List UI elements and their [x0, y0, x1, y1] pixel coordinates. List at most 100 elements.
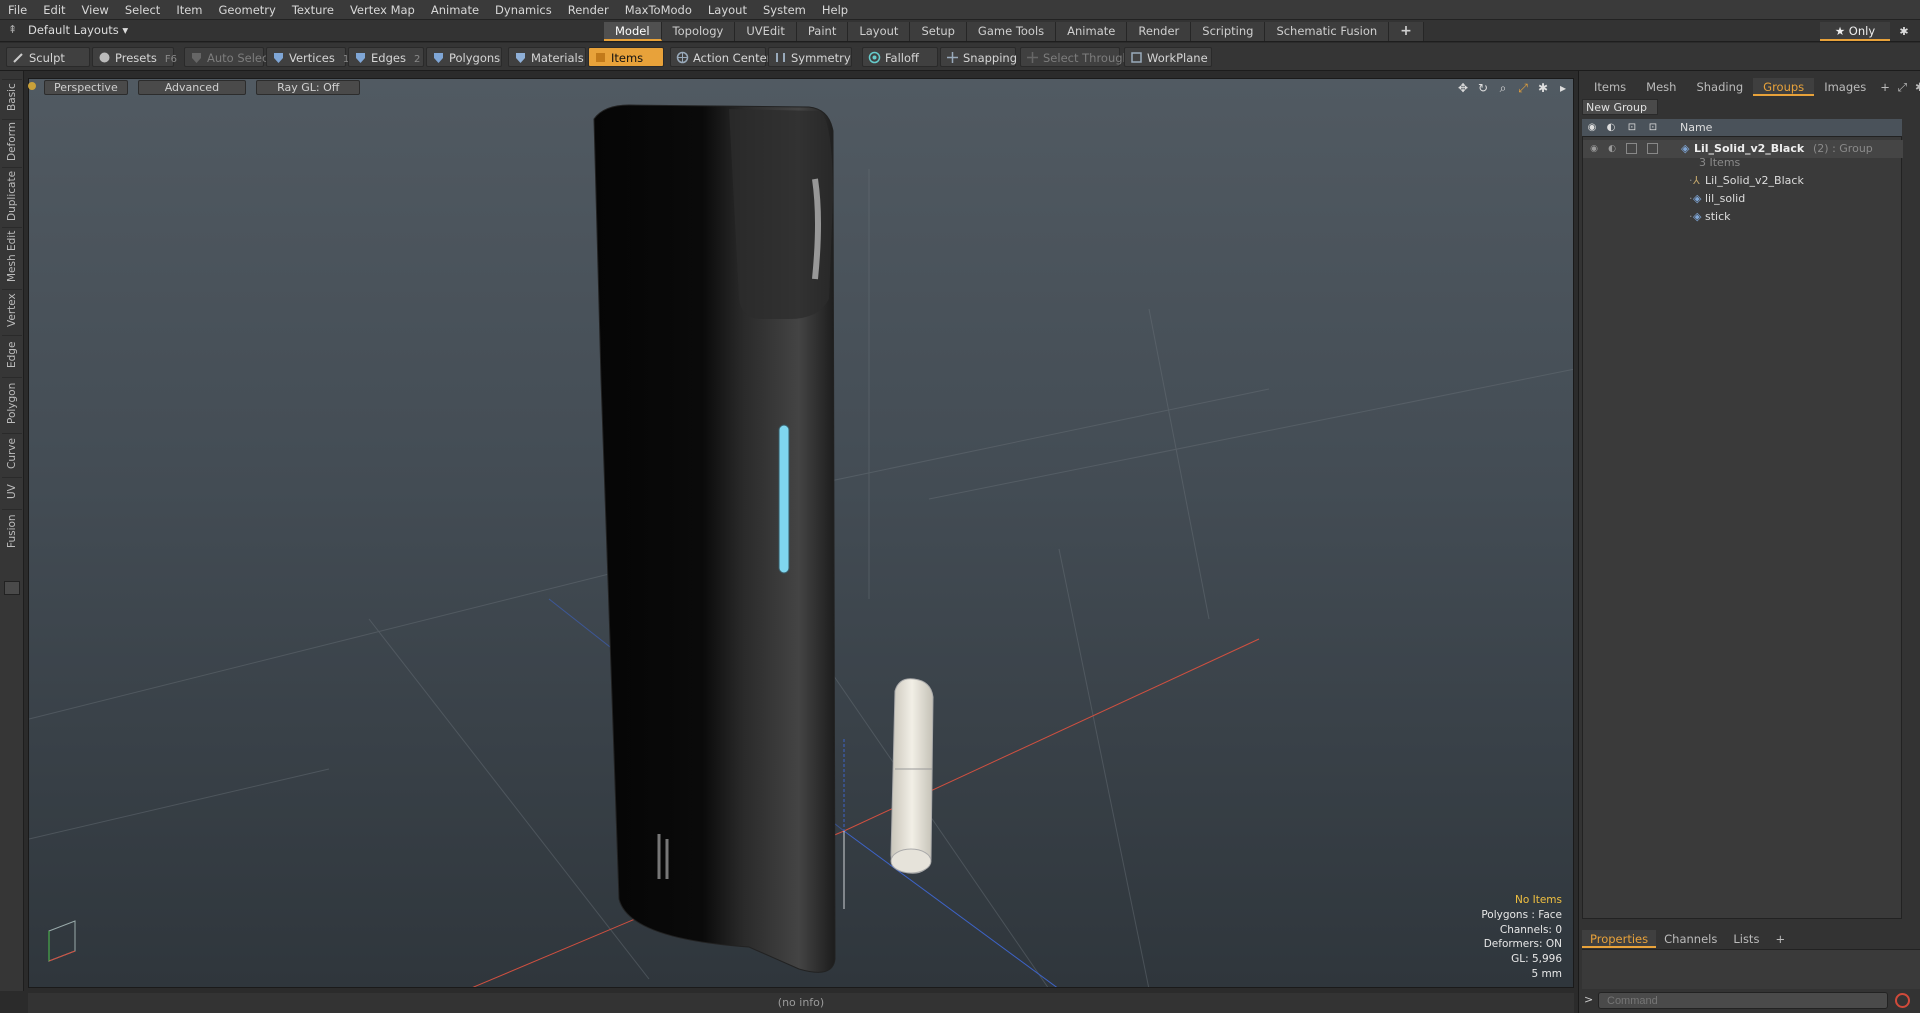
- header-lock-icon[interactable]: ⊡: [1626, 122, 1638, 134]
- zoom-icon[interactable]: ⌕: [1495, 80, 1511, 96]
- tree-row-child[interactable]: · ⅄ Lil_Solid_v2_Black: [1583, 172, 1903, 190]
- tree-branch-icon: ·: [1689, 210, 1693, 223]
- menu-geometry[interactable]: Geometry: [211, 0, 284, 20]
- tab-schematic-fusion[interactable]: Schematic Fusion: [1265, 22, 1390, 41]
- tab-uvedit[interactable]: UVEdit: [735, 22, 797, 41]
- add-panel-tab-icon[interactable]: +: [1876, 78, 1894, 96]
- expand-toggle-icon[interactable]: [4, 581, 20, 595]
- symmetry-button[interactable]: Symmetry: [768, 47, 852, 67]
- left-tab-vertex[interactable]: Vertex: [2, 289, 22, 331]
- left-tab-deform[interactable]: Deform: [2, 119, 22, 163]
- tab-channels[interactable]: Channels: [1656, 930, 1725, 948]
- info-no-items: No Items: [1515, 894, 1562, 906]
- left-tab-curve[interactable]: Curve: [2, 433, 22, 473]
- tab-shading[interactable]: Shading: [1686, 78, 1753, 96]
- header-select-icon[interactable]: ⊡: [1647, 122, 1659, 134]
- layout-dropdown[interactable]: Default Layouts ▾: [28, 23, 128, 39]
- left-tab-duplicate[interactable]: Duplicate: [2, 167, 22, 223]
- tree-row-child[interactable]: · ◈ stick: [1583, 208, 1903, 226]
- tab-render[interactable]: Render: [1127, 22, 1192, 41]
- command-input[interactable]: [1598, 992, 1888, 1009]
- auto-select-button[interactable]: Auto Select: [184, 47, 273, 67]
- snapping-button[interactable]: Snapping: [940, 47, 1017, 67]
- menu-animate[interactable]: Animate: [423, 0, 487, 20]
- panel-gear-icon[interactable]: ✱: [1911, 78, 1920, 96]
- workplane-button[interactable]: WorkPlane: [1124, 47, 1212, 67]
- tab-model[interactable]: Model: [604, 22, 662, 41]
- menu-dynamics[interactable]: Dynamics: [487, 0, 560, 20]
- menu-maxtomodo[interactable]: MaxToModo: [617, 0, 700, 20]
- gear-icon[interactable]: ✱: [1892, 22, 1916, 41]
- select-checkbox[interactable]: [1647, 143, 1658, 154]
- menu-item[interactable]: Item: [168, 0, 210, 20]
- polygons-button[interactable]: Polygons: [426, 47, 502, 67]
- render-icon[interactable]: ◐: [1605, 143, 1619, 155]
- only-button[interactable]: ★ Only: [1820, 22, 1890, 41]
- left-tab-uv[interactable]: UV: [2, 477, 22, 505]
- menu-file[interactable]: File: [0, 0, 35, 20]
- menu-help[interactable]: Help: [814, 0, 856, 20]
- sculpt-button[interactable]: Sculpt: [6, 47, 90, 67]
- left-tab-basic[interactable]: Basic: [2, 79, 22, 115]
- left-tab-mesh-edit[interactable]: Mesh Edit: [2, 227, 22, 285]
- menu-render[interactable]: Render: [560, 0, 617, 20]
- tab-groups[interactable]: Groups: [1753, 78, 1815, 96]
- action-center-button[interactable]: Action Center: [670, 47, 771, 67]
- command-arrow-icon[interactable]: >: [1584, 993, 1593, 1006]
- layout-menu-icon[interactable]: ⇞: [8, 23, 17, 36]
- menu-view[interactable]: View: [74, 0, 117, 20]
- menu-vertex-map[interactable]: Vertex Map: [342, 0, 423, 20]
- header-render-icon[interactable]: ◐: [1605, 122, 1617, 134]
- tab-animate[interactable]: Animate: [1056, 22, 1128, 41]
- tab-mesh[interactable]: Mesh ...: [1636, 78, 1686, 112]
- presets-button[interactable]: Presets F6: [92, 47, 177, 67]
- vertices-button[interactable]: Vertices 1: [266, 47, 349, 67]
- tab-properties[interactable]: Properties: [1582, 930, 1657, 948]
- viewport-gear-icon[interactable]: ✱: [1535, 80, 1551, 96]
- new-group-button[interactable]: New Group: [1582, 99, 1658, 115]
- falloff-button[interactable]: Falloff: [862, 47, 938, 67]
- tab-scripting[interactable]: Scripting: [1191, 22, 1266, 41]
- tree-header-name[interactable]: Name: [1680, 121, 1712, 134]
- viewport-expand-icon[interactable]: ▸: [1555, 80, 1571, 96]
- header-eye-icon[interactable]: ◉: [1586, 122, 1598, 134]
- shield-icon: [192, 53, 201, 63]
- pan-icon[interactable]: ✥: [1455, 80, 1471, 96]
- brush-icon: [13, 53, 23, 63]
- items-button[interactable]: Items: [588, 47, 664, 67]
- toolbar: Sculpt Presets F6 Auto Select Vertices 1 E…: [0, 43, 1920, 71]
- menu-select[interactable]: Select: [117, 0, 168, 20]
- viewport-menu-icon[interactable]: [28, 82, 36, 90]
- advanced-dropdown[interactable]: Advanced: [137, 80, 247, 95]
- fit-icon[interactable]: ⤢: [1515, 80, 1531, 96]
- lock-checkbox[interactable]: [1626, 143, 1637, 154]
- left-tab-polygon[interactable]: Polygon: [2, 377, 22, 429]
- tab-items[interactable]: Items: [1584, 78, 1636, 96]
- panel-expand-icon[interactable]: ⤢: [1894, 78, 1911, 96]
- menu-edit[interactable]: Edit: [35, 0, 73, 20]
- tab-lists[interactable]: Lists: [1725, 930, 1767, 948]
- menu-texture[interactable]: Texture: [284, 0, 342, 20]
- menu-layout[interactable]: Layout: [700, 0, 755, 20]
- rotate-icon[interactable]: ↻: [1475, 80, 1491, 96]
- menu-system[interactable]: System: [755, 0, 814, 20]
- perspective-dropdown[interactable]: Perspective: [44, 80, 128, 95]
- visibility-eye-icon[interactable]: ◉: [1587, 143, 1601, 155]
- record-icon[interactable]: [1895, 993, 1910, 1008]
- left-tab-fusion[interactable]: Fusion: [2, 509, 22, 553]
- tab-paint[interactable]: Paint: [796, 22, 849, 41]
- add-tab-icon[interactable]: +: [1389, 22, 1424, 41]
- tree-row-child[interactable]: · ◈ lil_solid: [1583, 190, 1903, 208]
- left-tab-edge[interactable]: Edge: [2, 335, 22, 373]
- tab-topology[interactable]: Topology: [661, 22, 736, 41]
- raygl-dropdown[interactable]: Ray GL: Off: [256, 80, 361, 95]
- tab-game-tools[interactable]: Game Tools: [966, 22, 1057, 41]
- add-prop-tab-icon[interactable]: +: [1767, 930, 1793, 948]
- select-through-button[interactable]: Select Through: [1020, 47, 1130, 67]
- 3d-viewport[interactable]: [28, 78, 1574, 988]
- tab-setup[interactable]: Setup: [910, 22, 967, 41]
- tab-images[interactable]: Images: [1814, 78, 1876, 96]
- edges-button[interactable]: Edges 2: [348, 47, 424, 67]
- materials-button[interactable]: Materials: [508, 47, 586, 67]
- tab-layout[interactable]: Layout: [848, 22, 911, 41]
